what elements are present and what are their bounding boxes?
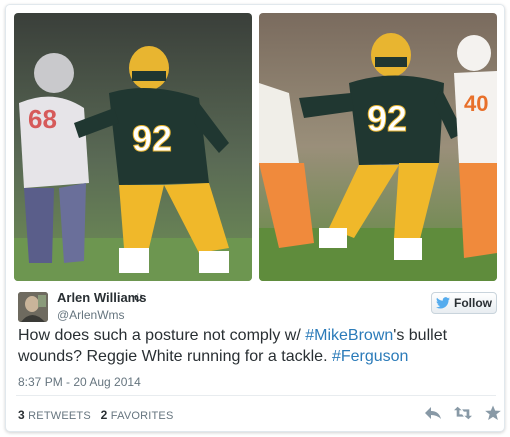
tweet-text-part-1: How does such a posture not comply w/ xyxy=(18,327,306,344)
jersey-number-right: 92 xyxy=(367,98,407,139)
tweet-actions xyxy=(424,405,502,421)
twitter-bird-icon xyxy=(436,297,450,309)
tweet-text: How does such a posture not comply w/ #M… xyxy=(18,325,498,367)
retweet-icon[interactable] xyxy=(454,405,472,421)
tweet-photo-left[interactable]: 68 92 xyxy=(14,13,252,281)
tweet-photo-right[interactable]: 92 40 xyxy=(259,13,497,281)
author-handle[interactable]: @ArlenWms xyxy=(57,308,125,322)
opponent-number-left: 68 xyxy=(28,104,57,134)
follow-button-label: Follow xyxy=(454,296,492,310)
football-photo-right: 92 40 xyxy=(259,13,497,281)
retweets-label[interactable]: RETWEETS xyxy=(28,410,91,422)
favorite-icon[interactable] xyxy=(484,405,502,421)
follow-button[interactable]: Follow xyxy=(431,292,497,314)
opponent-number-right: 40 xyxy=(464,91,488,116)
football-photo-left: 68 92 xyxy=(14,13,252,281)
favorites-label[interactable]: FAVORITES xyxy=(111,410,174,422)
favorites-count[interactable]: 2 xyxy=(101,408,108,422)
author-badge-icon: ن xyxy=(134,288,143,302)
hashtag-mikebrown-link[interactable]: #MikeBrown xyxy=(305,327,393,344)
reply-icon[interactable] xyxy=(424,405,442,421)
avatar-image xyxy=(18,292,48,322)
retweets-count[interactable]: 3 xyxy=(18,408,25,422)
hashtag-ferguson-link[interactable]: #Ferguson xyxy=(332,348,409,365)
tweet-card: 68 92 92 40 Arlen Williams ن @ArlenWms F… xyxy=(5,4,505,432)
tweet-timestamp[interactable]: 8:37 PM - 20 Aug 2014 xyxy=(18,375,141,389)
divider xyxy=(16,395,496,396)
avatar[interactable] xyxy=(18,292,48,322)
tweet-stats: 3 RETWEETS 2 FAVORITES xyxy=(18,408,174,422)
jersey-number-left: 92 xyxy=(132,118,172,159)
